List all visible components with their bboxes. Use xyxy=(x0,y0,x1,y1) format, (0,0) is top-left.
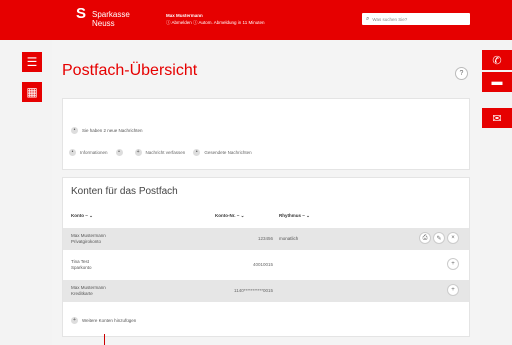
add-icon[interactable]: + xyxy=(447,284,459,296)
logout-status[interactable]: ⓘ Abmelden ⓘ Autom. Abmeldung in 11 Minu… xyxy=(166,19,264,26)
brand-line1: Sparkasse xyxy=(92,10,130,19)
search-input[interactable]: Was suchen Sie? xyxy=(372,17,407,22)
filter-label: Gesendete Nachrichten xyxy=(204,150,252,155)
left-rail: ☰ ▦ xyxy=(22,52,42,112)
phone-icon[interactable]: ✆ xyxy=(482,50,512,70)
divider xyxy=(104,334,105,345)
compose-message-button[interactable]: + Nachricht verfassen xyxy=(134,149,186,156)
info-filter-icon: • xyxy=(69,149,76,156)
filter-label: Informationen xyxy=(80,150,108,155)
top-bar: S Sparkasse Neuss Max Mustermann ⓘ Abmel… xyxy=(0,0,512,40)
menu-icon[interactable]: ☰ xyxy=(22,52,42,72)
brand-line2: Neuss xyxy=(92,19,115,28)
user-name: Max Mustermann xyxy=(166,13,203,18)
account-number: 40010015 xyxy=(252,262,273,267)
grid-icon[interactable]: ▦ xyxy=(22,82,42,102)
help-icon[interactable]: ? xyxy=(455,67,468,80)
edit-icon[interactable]: ✎ xyxy=(433,232,445,244)
print-icon[interactable]: ⎙ xyxy=(419,232,431,244)
accounts-title: Konten für das Postfach xyxy=(71,186,178,197)
new-messages-label: Sie haben 2 neue Nachrichten xyxy=(82,128,143,133)
column-label: Konto-Nr. xyxy=(215,213,236,218)
table-row[interactable]: Max Mustermann Privatgirokonto 123456 mo… xyxy=(63,228,469,250)
plus-icon: + xyxy=(134,149,142,156)
column-label: Rhythmus xyxy=(279,213,302,218)
filter-informationen[interactable]: • Informationen xyxy=(69,149,108,156)
add-icon[interactable]: + xyxy=(447,258,459,270)
account-number: 1140***********0015 xyxy=(234,288,273,293)
account-type: Kreditkarte xyxy=(71,291,93,296)
brand-name: Sparkasse Neuss xyxy=(92,10,130,28)
column-konto[interactable]: Konto ~ ⌄ xyxy=(71,213,93,219)
delete-icon[interactable]: × xyxy=(447,232,459,244)
message-filters: • Informationen • + Nachricht verfassen … xyxy=(69,149,260,156)
column-rhythmus[interactable]: Rhythmus ~ ⌄ xyxy=(279,213,310,219)
account-name: Max Mustermann Kreditkarte xyxy=(71,285,106,297)
chat-icon[interactable]: ▬ xyxy=(482,72,512,92)
info-icon: • xyxy=(71,127,78,134)
new-messages-info[interactable]: • Sie haben 2 neue Nachrichten xyxy=(71,127,143,134)
search-box[interactable]: ⌕ Was suchen Sie? xyxy=(362,13,470,25)
page-title: Postfach-Übersicht xyxy=(62,62,198,79)
accounts-card: Konten für das Postfach Konto ~ ⌄ Konto-… xyxy=(62,177,470,337)
account-number: 123456 xyxy=(257,236,273,241)
sparkasse-logo-mark: S xyxy=(76,5,87,22)
row-actions: + xyxy=(445,258,459,270)
add-more-label: Weitere Konten hinzufügen xyxy=(82,318,137,323)
messages-card: • Sie haben 2 neue Nachrichten • Informa… xyxy=(62,98,470,170)
account-name: Max Mustermann Privatgirokonto xyxy=(71,233,106,245)
column-kontonr[interactable]: Konto-Nr. ~ ⌄ xyxy=(215,213,244,219)
user-info: Max Mustermann ⓘ Abmelden ⓘ Autom. Abmel… xyxy=(166,12,264,26)
add-more-accounts-link[interactable]: + Weitere Konten hinzufügen xyxy=(71,317,136,324)
account-name: Tina Test Sparkonto xyxy=(71,259,92,271)
table-row[interactable]: Max Mustermann Kreditkarte 1140*********… xyxy=(63,280,469,302)
sort-icon: ~ ⌄ xyxy=(85,213,93,218)
right-rail: ✆ ▬ ✉ xyxy=(482,50,512,130)
row-actions: ⎙ ✎ × xyxy=(417,232,459,244)
table-row[interactable]: Tina Test Sparkonto 40010015 + xyxy=(63,254,469,276)
mail-icon[interactable]: ✉ xyxy=(482,108,512,128)
account-type: Sparkonto xyxy=(71,265,92,270)
filter-label: Nachricht verfassen xyxy=(145,150,186,155)
column-label: Konto xyxy=(71,213,84,218)
account-rhythm: monatlich xyxy=(279,236,299,241)
dot-icon: • xyxy=(115,149,123,156)
account-type: Privatgirokonto xyxy=(71,239,102,244)
search-icon[interactable]: ⌕ xyxy=(366,16,369,23)
sent-icon: • xyxy=(193,149,201,156)
filter-sent[interactable]: • Gesendete Nachrichten xyxy=(193,149,252,156)
filter-unknown[interactable]: • xyxy=(115,149,127,156)
sort-icon: ~ ⌄ xyxy=(236,213,245,218)
row-actions: + xyxy=(445,284,459,296)
sort-icon: ~ ⌄ xyxy=(302,213,310,218)
plus-icon: + xyxy=(71,317,78,324)
brand-logo[interactable]: S Sparkasse Neuss xyxy=(76,5,130,28)
